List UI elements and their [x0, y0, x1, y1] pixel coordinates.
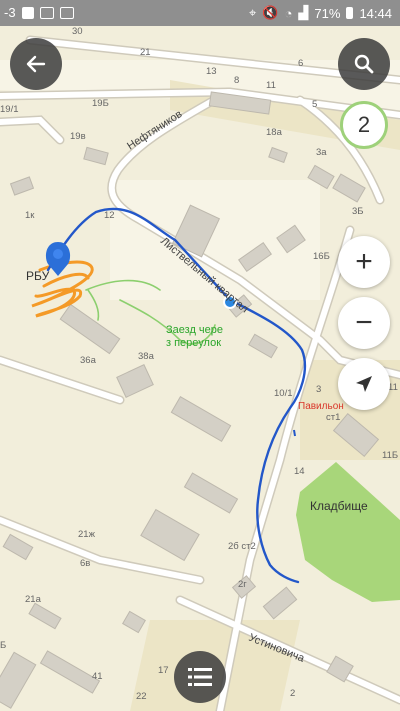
svg-text:5: 5 [312, 99, 317, 110]
svg-text:19в: 19в [70, 131, 86, 142]
message-icon [21, 6, 34, 19]
street-label-neftyanikov: Нефтяников [125, 108, 184, 152]
battery-icon [346, 7, 354, 19]
svg-text:38а: 38а [138, 351, 155, 362]
svg-text:17: 17 [158, 665, 169, 676]
place-label-cemetery: Кладбище [310, 499, 368, 513]
list-menu-icon [188, 668, 212, 686]
svg-text:6: 6 [298, 58, 303, 69]
svg-text:21а: 21а [25, 594, 42, 605]
svg-text:41: 41 [92, 671, 103, 682]
location-pin[interactable] [45, 242, 71, 276]
svg-text:11: 11 [266, 80, 276, 91]
svg-text:3а: 3а [316, 147, 327, 158]
svg-text:3Б: 3Б [352, 206, 364, 217]
svg-text:2б ст2: 2б ст2 [228, 541, 256, 552]
location-icon: ⌖ [249, 5, 257, 20]
signal-icon: ▟ [298, 5, 309, 20]
battery-percent: 71% [314, 5, 341, 21]
annotation-text: Заезд чере з переулок [166, 324, 226, 349]
svg-text:21ж: 21ж [78, 529, 96, 540]
clock: 14:44 [359, 5, 392, 21]
svg-text:36а: 36а [80, 355, 97, 366]
menu-button[interactable] [174, 651, 226, 703]
back-button[interactable] [10, 38, 62, 90]
svg-text:3: 3 [316, 384, 321, 395]
svg-text:2: 2 [290, 688, 295, 699]
svg-text:19/1: 19/1 [0, 104, 19, 115]
svg-text:18а: 18а [266, 127, 283, 138]
svg-text:12: 12 [104, 210, 115, 221]
svg-text:13: 13 [206, 66, 217, 77]
place-label-rbu: РБУ [26, 269, 50, 283]
svg-text:19Б: 19Б [92, 98, 109, 109]
photo-icon [39, 6, 54, 19]
svg-text:30: 30 [72, 26, 83, 37]
layer-count-badge[interactable]: 2 [340, 101, 388, 149]
svg-text:Б: Б [0, 640, 6, 651]
svg-text:ст1: ст1 [326, 412, 340, 423]
cemetery-area [296, 462, 400, 602]
svg-text:14: 14 [294, 466, 305, 477]
svg-text:22: 22 [136, 691, 147, 702]
search-button[interactable] [338, 38, 390, 90]
svg-text:2г: 2г [238, 579, 247, 590]
zoom-out-label: − [355, 306, 373, 339]
zoom-in-button[interactable]: + [338, 236, 390, 288]
svg-text:16Б: 16Б [313, 251, 330, 262]
svg-text:6в: 6в [80, 558, 90, 569]
route-tick [293, 429, 296, 437]
silent-icon: 🔇 [262, 5, 279, 20]
place-label-pavilion: Павильон [298, 401, 344, 412]
search-icon [354, 54, 374, 74]
svg-text:8: 8 [234, 75, 239, 86]
zoom-out-button[interactable]: − [338, 297, 390, 349]
zoom-in-label: + [355, 245, 373, 278]
wifi-icon: ◔ [284, 5, 293, 21]
arrow-left-icon [26, 55, 46, 73]
svg-text:1к: 1к [25, 210, 35, 221]
svg-text:11Б: 11Б [382, 450, 398, 461]
notification-count-text: -3 [4, 5, 16, 20]
locate-button[interactable] [338, 358, 390, 410]
status-bar: -3 ⌖ 🔇 ◔ ▟ 71% 14:44 [0, 0, 400, 26]
navigation-arrow-icon [356, 376, 372, 392]
svg-text:10/1: 10/1 [274, 388, 293, 399]
svg-text:21: 21 [140, 47, 151, 58]
gallery-icon [59, 6, 74, 19]
